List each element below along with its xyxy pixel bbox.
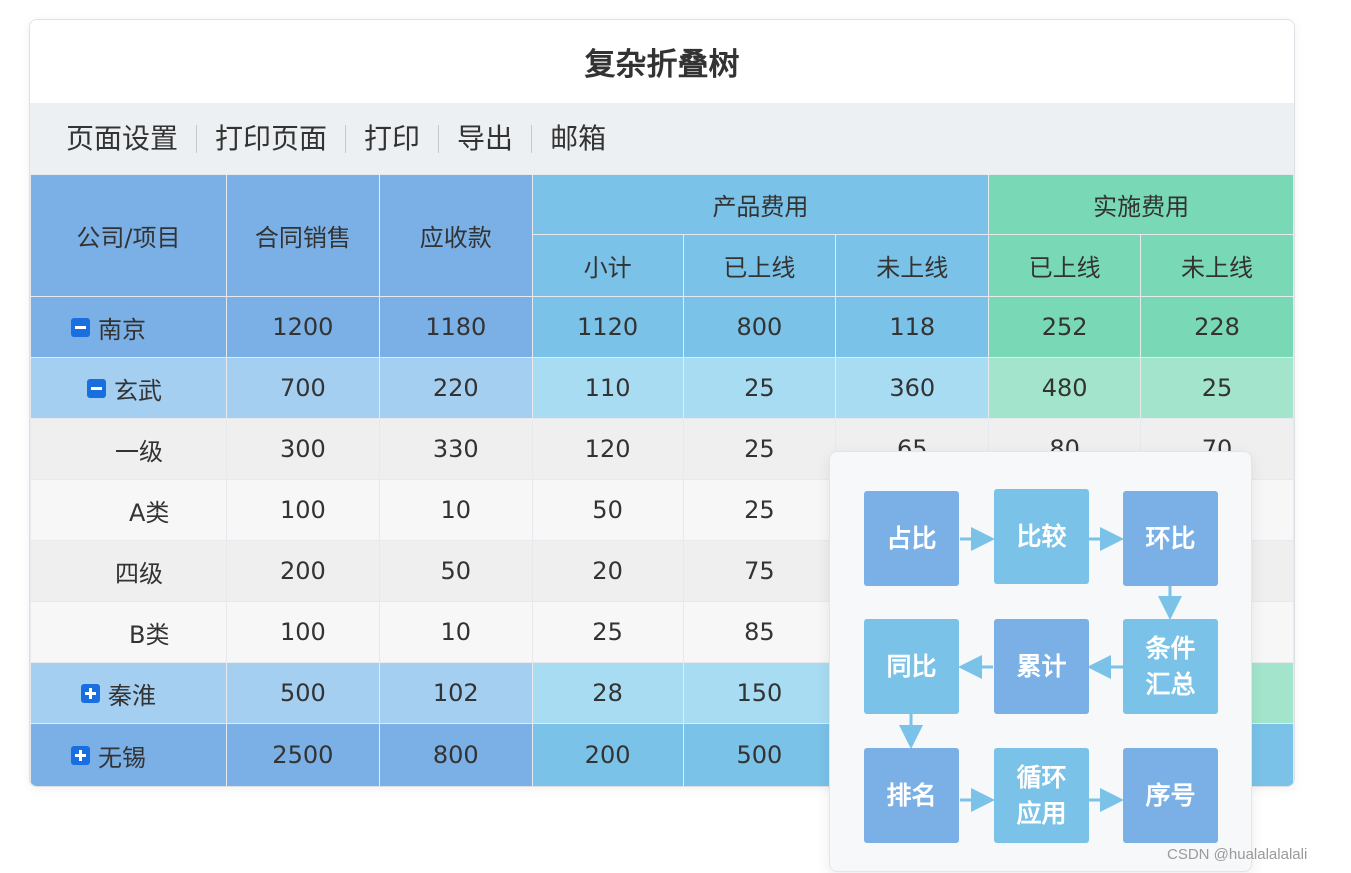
expand-icon[interactable]: [71, 745, 90, 765]
cell: 10: [378, 601, 533, 663]
cell: 500: [225, 662, 380, 724]
cell: 252: [988, 296, 1142, 358]
flow-node-cumulative[interactable]: 累计: [994, 619, 1089, 714]
row-name-cell: 四级: [30, 540, 227, 602]
cell: 25: [531, 601, 684, 663]
cell: 10: [378, 479, 533, 541]
cell: 150: [682, 662, 837, 724]
flow-node-mom[interactable]: 环比: [1123, 491, 1218, 586]
cell: 118: [835, 296, 990, 358]
header-product-cost: 产品费用: [531, 174, 990, 235]
cell: 50: [531, 479, 684, 541]
row-label: 南京: [98, 315, 146, 344]
flow-node-ratio[interactable]: 占比: [864, 491, 959, 586]
table-row: 玄武 700 220 110 25 360 480 25: [30, 357, 1294, 419]
row-name-cell: 南京: [30, 296, 227, 358]
cell: 500: [682, 723, 837, 786]
cell: 75: [682, 540, 837, 602]
toolbar: 页面设置 打印页面 打印 导出 邮箱: [30, 103, 1294, 174]
cell: 1180: [378, 296, 533, 358]
cell: 20: [531, 540, 684, 602]
flow-node-yoy[interactable]: 同比: [864, 619, 959, 714]
feature-flow-panel: 占比 比较 环比 同比 累计 条件 汇总 排名 循环 应用 序号: [829, 451, 1252, 872]
cell: 102: [378, 662, 533, 724]
cell: 700: [225, 357, 380, 419]
header-subtotal: 小计: [531, 234, 684, 297]
cell: 300: [225, 418, 380, 480]
cell: 110: [531, 357, 684, 419]
flow-node-loop-apply[interactable]: 循环 应用: [994, 748, 1089, 843]
cell: 1200: [225, 296, 380, 358]
cell: 800: [682, 296, 837, 358]
cell: 25: [1140, 357, 1294, 419]
print-button[interactable]: 打印: [346, 123, 438, 154]
flow-node-sequence[interactable]: 序号: [1123, 748, 1218, 843]
header-receivable: 应收款: [378, 174, 533, 297]
cell: 25: [682, 418, 837, 480]
flow-node-ranking[interactable]: 排名: [864, 748, 959, 843]
page-title: 复杂折叠树: [30, 20, 1294, 103]
cell: 100: [225, 479, 380, 541]
row-name-cell: 无锡: [30, 723, 227, 786]
cell: 200: [225, 540, 380, 602]
row-name-cell: A类: [30, 479, 227, 541]
row-label: 四级: [115, 559, 163, 588]
header-offline: 未上线: [835, 234, 990, 297]
cell: 28: [531, 662, 684, 724]
watermark: CSDN @hualalalalali: [1167, 846, 1308, 863]
header-online: 已上线: [682, 234, 837, 297]
cell: 50: [378, 540, 533, 602]
expand-icon[interactable]: [81, 683, 100, 703]
cell: 100: [225, 601, 380, 663]
export-button[interactable]: 导出: [439, 123, 531, 154]
header-impl-offline: 未上线: [1140, 234, 1294, 297]
cell: 1120: [531, 296, 684, 358]
table-row: 南京 1200 1180 1120 800 118 252 228: [30, 296, 1294, 358]
page-setup-button[interactable]: 页面设置: [48, 123, 196, 154]
row-label: 无锡: [98, 743, 146, 772]
header-contract: 合同销售: [225, 174, 380, 297]
row-name-cell: 一级: [30, 418, 227, 480]
row-name-cell: B类: [30, 601, 227, 663]
cell: 480: [988, 357, 1142, 419]
row-label: 玄武: [114, 376, 162, 405]
cell: 228: [1140, 296, 1294, 358]
cell: 25: [682, 357, 837, 419]
cell: 2500: [225, 723, 380, 786]
cell: 85: [682, 601, 837, 663]
flow-node-conditional-summary[interactable]: 条件 汇总: [1123, 619, 1218, 714]
row-label: B类: [129, 620, 170, 649]
email-button[interactable]: 邮箱: [532, 123, 624, 154]
header-impl-online: 已上线: [988, 234, 1142, 297]
header-company: 公司/项目: [30, 174, 227, 297]
cell: 800: [378, 723, 533, 786]
collapse-icon[interactable]: [71, 317, 90, 337]
print-preview-button[interactable]: 打印页面: [197, 123, 345, 154]
cell: 360: [835, 357, 990, 419]
row-label: 秦淮: [108, 681, 156, 710]
row-name-cell: 秦淮: [30, 662, 227, 724]
cell: 200: [531, 723, 684, 786]
cell: 25: [682, 479, 837, 541]
flow-node-compare[interactable]: 比较: [994, 489, 1089, 584]
cell: 330: [378, 418, 533, 480]
collapse-icon[interactable]: [87, 378, 106, 398]
cell: 220: [378, 357, 533, 419]
cell: 120: [531, 418, 684, 480]
row-name-cell: 玄武: [30, 357, 227, 419]
row-label: A类: [129, 498, 170, 527]
header-implementation-cost: 实施费用: [988, 174, 1294, 235]
row-label: 一级: [115, 437, 163, 466]
